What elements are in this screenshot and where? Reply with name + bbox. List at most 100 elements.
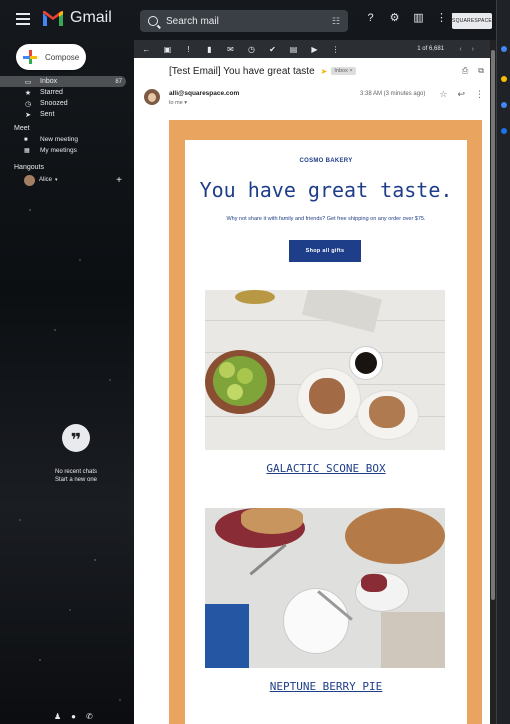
add-chat-icon[interactable]: + bbox=[116, 175, 122, 186]
meet-heading: Meet bbox=[14, 125, 30, 132]
sender-email[interactable]: alli@squarespace.com bbox=[169, 90, 239, 97]
hangouts-user-name: Alice bbox=[39, 177, 53, 183]
more-options-icon[interactable]: ⋮ bbox=[331, 45, 340, 54]
star-icon: ★ bbox=[24, 89, 32, 97]
grid-stats-icon[interactable]: ▥ bbox=[412, 12, 425, 25]
sidebar-item-inbox[interactable]: ▭ Inbox 87 bbox=[0, 76, 126, 87]
inbox-icon: ▭ bbox=[24, 78, 32, 86]
search-icon[interactable] bbox=[148, 16, 158, 26]
open-new-window-icon[interactable]: ⧉ bbox=[478, 66, 484, 76]
add-task-icon[interactable]: ✔ bbox=[268, 45, 277, 54]
sidebar-item-snoozed[interactable]: ◷ Snoozed bbox=[14, 98, 126, 109]
mark-unread-icon[interactable]: ✉ bbox=[226, 45, 235, 54]
no-chats-message: No recent chats Start a new one bbox=[34, 468, 118, 484]
berry-pie-photo[interactable] bbox=[205, 508, 445, 668]
header-icons: ? ⚙ ▥ ⋮⋮ bbox=[364, 12, 458, 25]
compose-plus-icon bbox=[23, 50, 37, 64]
sidebar-nav: ▭ Inbox 87 ★ Starred ◷ Snoozed ➤ Sent Me… bbox=[0, 76, 126, 187]
avatar[interactable] bbox=[144, 89, 160, 105]
subject-actions: ⎙ ⧉ bbox=[462, 66, 484, 76]
shop-all-gifts-button[interactable]: Shop all gifts bbox=[289, 240, 361, 262]
sidebar-item-label: Sent bbox=[40, 111, 55, 118]
email-headline: You have great taste. bbox=[199, 178, 453, 202]
top-bar: Gmail ☷ ? ⚙ ▥ ⋮⋮ SQUARESPACE bbox=[0, 0, 510, 42]
report-spam-icon[interactable]: ! bbox=[184, 45, 193, 54]
send-icon: ➤ bbox=[25, 111, 31, 119]
calendar-icon: ▦ bbox=[24, 148, 30, 154]
archive-icon[interactable]: ▣ bbox=[163, 45, 172, 54]
back-arrow-icon[interactable]: ← bbox=[142, 45, 151, 54]
snooze-icon[interactable]: ◷ bbox=[247, 45, 256, 54]
chat-bubble-icon[interactable]: ● bbox=[71, 712, 76, 721]
reply-icon[interactable]: ↩ bbox=[457, 89, 465, 100]
meet-item-label: New meeting bbox=[40, 136, 78, 143]
search-options-icon[interactable]: ☷ bbox=[332, 16, 340, 27]
help-icon[interactable]: ? bbox=[364, 12, 377, 25]
email-body-frame: COSMO BAKERY You have great taste. Why n… bbox=[169, 120, 482, 724]
print-icon[interactable]: ⎙ bbox=[462, 66, 468, 76]
gmail-logo[interactable]: Gmail bbox=[42, 9, 112, 27]
email-view: ← ▣ ! ▮ ✉ ◷ ✔ ▤ ▶ ⋮ 1 of 6,681 ‹› [Test … bbox=[134, 40, 496, 724]
search-bar[interactable]: ☷ bbox=[140, 10, 348, 32]
apps-grid-icon[interactable]: ⋮⋮ bbox=[436, 12, 458, 25]
inbox-label-chip[interactable]: Inbox × bbox=[331, 67, 356, 75]
move-to-icon[interactable]: ▤ bbox=[289, 45, 298, 54]
sidebar-item-starred[interactable]: ★ Starred bbox=[14, 87, 126, 98]
scrollbar-thumb[interactable] bbox=[491, 50, 495, 600]
meet-item-label: My meetings bbox=[40, 147, 77, 154]
message-toolbar: ← ▣ ! ▮ ✉ ◷ ✔ ▤ ▶ ⋮ 1 of 6,681 ‹› bbox=[134, 40, 496, 58]
brand-name: COSMO BAKERY bbox=[299, 158, 353, 164]
label-icon[interactable]: ▶ bbox=[310, 45, 319, 54]
tasks-app-icon[interactable] bbox=[501, 102, 507, 108]
sender-row: alli@squarespace.com to me ▾ 3:38 AM (3 … bbox=[134, 84, 496, 114]
sidebar-item-label: Snoozed bbox=[40, 100, 68, 107]
no-chats-line2[interactable]: Start a new one bbox=[34, 476, 118, 484]
phone-icon[interactable]: ✆ bbox=[86, 712, 93, 721]
hangouts-heading: Hangouts bbox=[14, 164, 44, 171]
delete-icon[interactable]: ▮ bbox=[205, 45, 214, 54]
compose-label: Compose bbox=[45, 52, 80, 62]
sidebar-item-sent[interactable]: ➤ Sent bbox=[14, 109, 126, 120]
contacts-app-icon[interactable] bbox=[501, 128, 507, 134]
email-content-card: COSMO BAKERY You have great taste. Why n… bbox=[185, 140, 467, 724]
side-panel bbox=[496, 0, 510, 724]
subject-row: [Test Email] You have great taste ➤ Inbo… bbox=[134, 58, 496, 84]
menu-icon[interactable] bbox=[16, 13, 30, 25]
keep-app-icon[interactable] bbox=[501, 76, 507, 82]
clock-icon: ◷ bbox=[24, 100, 32, 108]
person-icon[interactable]: ♟ bbox=[54, 712, 61, 721]
sidebar-item-my-meetings[interactable]: ▦ My meetings bbox=[14, 145, 126, 156]
squarespace-badge[interactable]: SQUARESPACE bbox=[452, 13, 492, 29]
sender-actions: ☆ ↩ ⋮ bbox=[439, 89, 484, 100]
settings-gear-icon[interactable]: ⚙ bbox=[388, 12, 401, 25]
recipient-text: to me bbox=[169, 100, 183, 106]
product-link-neptune-berry-pie[interactable]: NEPTUNE BERRY PIE bbox=[185, 680, 467, 693]
star-icon[interactable]: ☆ bbox=[439, 89, 447, 100]
recipient-line[interactable]: to me ▾ bbox=[169, 100, 187, 106]
sidebar-item-label: Starred bbox=[40, 89, 63, 96]
hangouts-user[interactable]: Alice ▾ + bbox=[14, 173, 126, 187]
email-subheading: Why not share it with family and friends… bbox=[226, 216, 426, 222]
important-marker-icon[interactable]: ➤ bbox=[321, 67, 328, 76]
compose-button[interactable]: Compose bbox=[16, 44, 86, 70]
message-time: 3:38 AM (3 minutes ago) bbox=[360, 91, 426, 97]
chevron-down-icon: ▾ bbox=[55, 177, 58, 183]
pagination-arrows-icon[interactable]: ‹› bbox=[459, 46, 484, 53]
calendar-app-icon[interactable] bbox=[501, 46, 507, 52]
gmail-m-icon bbox=[43, 10, 63, 26]
chat-bottom-bar: ♟ ● ✆ bbox=[54, 712, 93, 721]
scone-box-photo[interactable] bbox=[205, 290, 445, 450]
more-options-icon[interactable]: ⋮ bbox=[475, 89, 484, 100]
message-count: 1 of 6,681 bbox=[417, 46, 444, 52]
email-subject: [Test Email] You have great taste bbox=[169, 65, 315, 77]
video-icon: ■ bbox=[24, 136, 28, 143]
app-name: Gmail bbox=[70, 9, 112, 26]
no-chats-line1: No recent chats bbox=[54, 469, 98, 475]
sidebar-item-new-meeting[interactable]: ■ New meeting bbox=[14, 134, 126, 145]
sidebar-item-label: Inbox bbox=[40, 78, 58, 85]
avatar bbox=[24, 174, 35, 186]
hangouts-quote-icon: ❞ bbox=[62, 424, 90, 452]
product-link-galactic-scone-box[interactable]: GALACTIC SCONE BOX bbox=[185, 462, 467, 475]
label-chip-text: Inbox bbox=[334, 68, 348, 74]
search-input[interactable] bbox=[166, 15, 316, 27]
